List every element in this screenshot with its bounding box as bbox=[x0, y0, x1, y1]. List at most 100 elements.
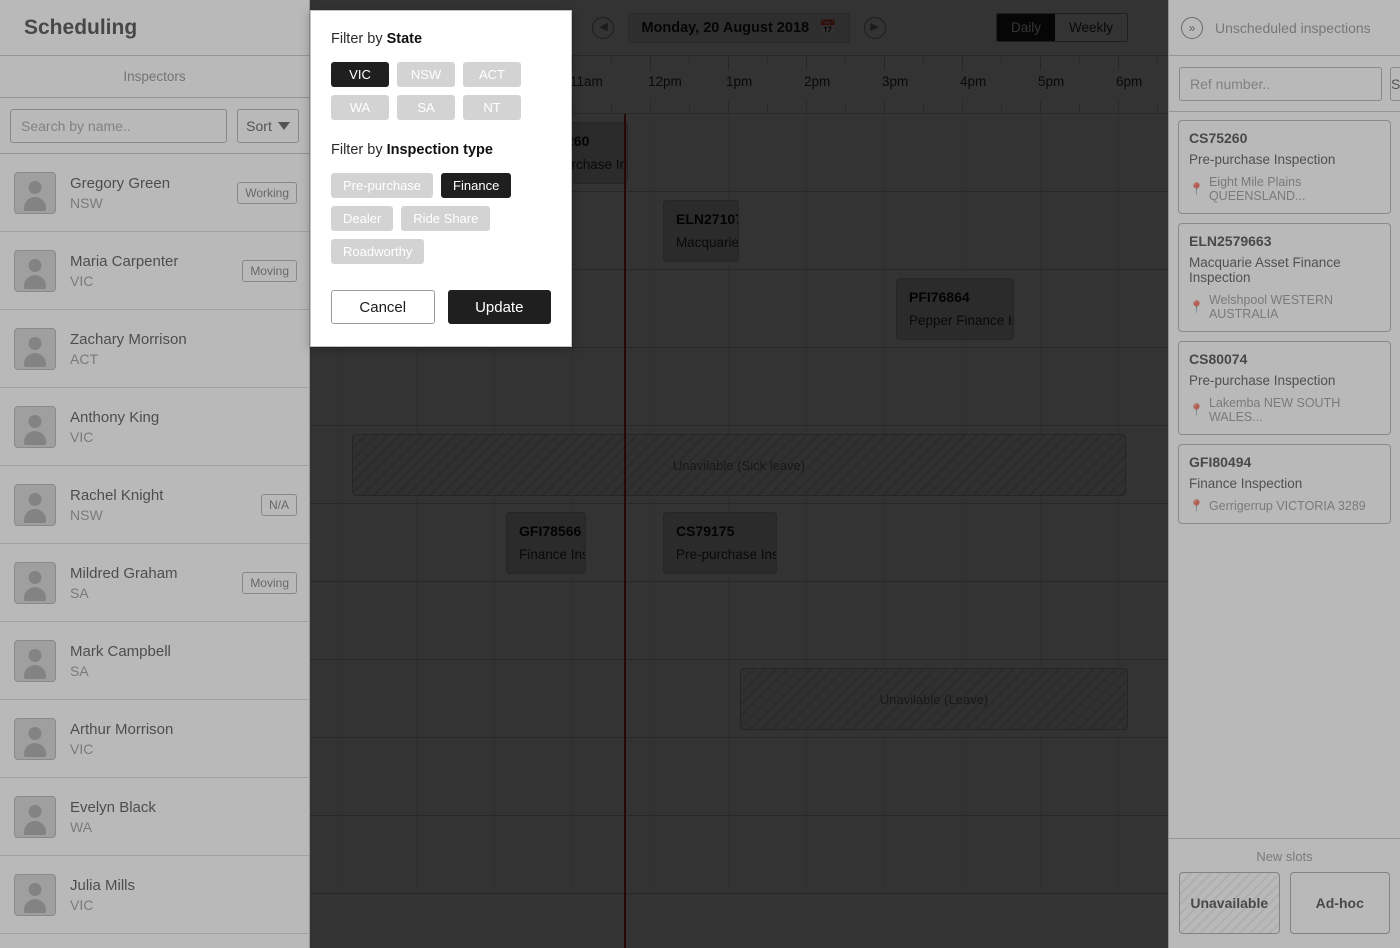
chevron-right-icon[interactable]: ▶ bbox=[863, 16, 886, 39]
inspector-name: Mark Campbell bbox=[70, 642, 171, 660]
inspection-location: Eight Mile Plains QUEENSLAND... bbox=[1208, 175, 1306, 203]
appointment-type: Finance Inspection bbox=[519, 547, 585, 562]
state-filter-sa[interactable]: SA bbox=[397, 95, 455, 120]
inspector-name: Julia Mills bbox=[70, 876, 136, 894]
grid-gridline bbox=[1040, 816, 1041, 893]
inspector-search-row: Sort bbox=[0, 98, 309, 154]
inspector-row[interactable]: Rachel Knight NSW N/A bbox=[0, 466, 309, 544]
grid-gridline bbox=[962, 114, 963, 191]
new-slots-title: New slots bbox=[1256, 849, 1313, 864]
grid-gridline bbox=[494, 738, 495, 815]
inspector-row[interactable]: Julia Mills VIC bbox=[0, 856, 309, 934]
chevron-left-icon[interactable]: ◀ bbox=[592, 16, 615, 39]
inspector-row[interactable]: Arthur Morrison VIC bbox=[0, 700, 309, 778]
grid-gridline bbox=[572, 348, 573, 425]
new-slot-unavailable-button[interactable]: Unavailable bbox=[1179, 872, 1280, 934]
schedule-row[interactable] bbox=[310, 348, 1168, 426]
unavailable-block[interactable]: Unavilable (Leave) bbox=[740, 668, 1128, 730]
unavailable-block[interactable]: Unavilable (Sick leave) bbox=[352, 434, 1126, 496]
grid-gridline bbox=[728, 738, 729, 815]
appointment-block[interactable]: GFI78566 Finance Inspection bbox=[506, 512, 586, 574]
type-filter-ride-share[interactable]: Ride Share bbox=[401, 206, 491, 231]
grid-gridline bbox=[572, 582, 573, 659]
ruler-tick-half bbox=[1157, 104, 1158, 113]
grid-gridline bbox=[962, 738, 963, 815]
grid-gridline bbox=[1118, 192, 1119, 269]
date-picker[interactable]: Monday, 20 August 2018 📅 bbox=[628, 12, 850, 43]
grid-gridline bbox=[1118, 816, 1119, 893]
appointment-block[interactable]: CS79175 Pre-purchase Inspection bbox=[663, 512, 777, 574]
ruler-tick bbox=[728, 56, 729, 70]
ruler-tick-half bbox=[923, 104, 924, 113]
page-title: Scheduling bbox=[0, 0, 309, 56]
inspector-name: Zachary Morrison bbox=[70, 330, 187, 348]
type-filter-pre-purchase[interactable]: Pre-purchase bbox=[331, 173, 434, 198]
type-filter-dealer[interactable]: Dealer bbox=[331, 206, 394, 231]
schedule-row[interactable] bbox=[310, 816, 1168, 894]
new-slot-adhoc-button[interactable]: Ad-hoc bbox=[1289, 872, 1390, 934]
ruler-tick bbox=[806, 56, 807, 70]
ruler-label: 6pm bbox=[1116, 74, 1143, 89]
tab-weekly[interactable]: Weekly bbox=[1054, 14, 1127, 41]
state-filter-act[interactable]: ACT bbox=[463, 62, 521, 87]
unscheduled-list[interactable]: CS75260 Pre-purchase Inspection 📍 Eight Mil… bbox=[1169, 112, 1400, 838]
type-filter-finance[interactable]: Finance bbox=[441, 173, 512, 198]
inspector-state: SA bbox=[70, 662, 89, 679]
unscheduled-inspection-card[interactable]: CS80074 Pre-purchase Inspection 📍 Lakemba N… bbox=[1178, 341, 1391, 435]
inspection-ref: ELN2579663 bbox=[1189, 233, 1272, 249]
ruler-label: 12pm bbox=[648, 74, 682, 89]
ruler-tick bbox=[962, 56, 963, 70]
unscheduled-inspection-card[interactable]: CS75260 Pre-purchase Inspection 📍 Eight Mil… bbox=[1178, 120, 1391, 214]
state-filter-nsw[interactable]: NSW bbox=[397, 62, 455, 87]
inspector-row[interactable]: Mildred Graham SA Moving bbox=[0, 544, 309, 622]
inspection-location-row: 📍 Gerrigerrup VICTORIA 3289 bbox=[1189, 499, 1380, 513]
unscheduled-inspection-card[interactable]: GFI80494 Finance Inspection 📍 Gerrigerrup V… bbox=[1178, 444, 1391, 524]
cancel-button[interactable]: Cancel bbox=[331, 290, 435, 324]
grid-gridline bbox=[1118, 270, 1119, 347]
avatar bbox=[14, 327, 56, 370]
type-filter-roadworthy[interactable]: Roadworthy bbox=[331, 239, 425, 264]
inspector-search-input[interactable] bbox=[10, 108, 227, 143]
inspector-list[interactable]: Gregory Green NSW Working Maria Carpenter VI… bbox=[0, 154, 309, 948]
inspector-sort-button[interactable]: Sort bbox=[237, 108, 299, 143]
inspector-name: Maria Carpenter bbox=[70, 252, 179, 270]
chevron-down-icon bbox=[277, 121, 290, 130]
ruler-tick-half bbox=[845, 56, 846, 65]
inspector-row[interactable]: Maria Carpenter VIC Moving bbox=[0, 232, 309, 310]
status-badge: N/A bbox=[260, 493, 297, 516]
grid-gridline bbox=[494, 816, 495, 893]
calendar-icon: 📅 bbox=[819, 19, 837, 35]
update-button[interactable]: Update bbox=[447, 290, 551, 324]
tab-daily[interactable]: Daily bbox=[996, 14, 1055, 41]
collapse-right-icon[interactable]: » bbox=[1181, 16, 1203, 39]
state-filter-wa[interactable]: WA bbox=[331, 95, 389, 120]
inspectors-section-label: Inspectors bbox=[0, 56, 309, 98]
appointment-block[interactable]: ELN271076 Macquarie Asset Finance Inspect… bbox=[663, 200, 739, 262]
grid-gridline bbox=[806, 738, 807, 815]
grid-gridline bbox=[806, 504, 807, 581]
ruler-label: 1pm bbox=[726, 74, 753, 89]
unscheduled-sort-button[interactable]: Sort bbox=[1390, 66, 1400, 101]
inspector-row[interactable]: Gregory Green NSW Working bbox=[0, 154, 309, 232]
inspector-row[interactable]: Zachary Morrison ACT bbox=[0, 310, 309, 388]
unscheduled-inspection-card[interactable]: ELN2579663 Macquarie Asset Finance Inspec… bbox=[1178, 223, 1391, 332]
appointment-block[interactable]: PFI76864 Pepper Finance Inspection bbox=[896, 278, 1014, 340]
grid-gridline bbox=[1118, 738, 1119, 815]
filter-state-heading: Filter by State bbox=[331, 31, 423, 47]
avatar bbox=[14, 405, 56, 448]
grid-gridline bbox=[1040, 582, 1041, 659]
location-pin-icon: 📍 bbox=[1189, 182, 1204, 196]
state-filter-nt[interactable]: NT bbox=[463, 95, 521, 120]
inspector-row[interactable]: Mark Campbell SA bbox=[0, 622, 309, 700]
inspector-row[interactable]: Evelyn Black WA bbox=[0, 778, 309, 856]
inspector-row[interactable]: Anthony King VIC bbox=[0, 388, 309, 466]
ref-number-input[interactable] bbox=[1179, 66, 1382, 101]
grid-gridline bbox=[650, 816, 651, 893]
avatar bbox=[14, 795, 56, 838]
inspector-name: Rachel Knight bbox=[70, 486, 164, 504]
schedule-row[interactable] bbox=[310, 738, 1168, 816]
avatar bbox=[14, 561, 56, 604]
state-filter-vic[interactable]: VIC bbox=[331, 62, 389, 87]
grid-gridline bbox=[962, 504, 963, 581]
schedule-row[interactable] bbox=[310, 582, 1168, 660]
